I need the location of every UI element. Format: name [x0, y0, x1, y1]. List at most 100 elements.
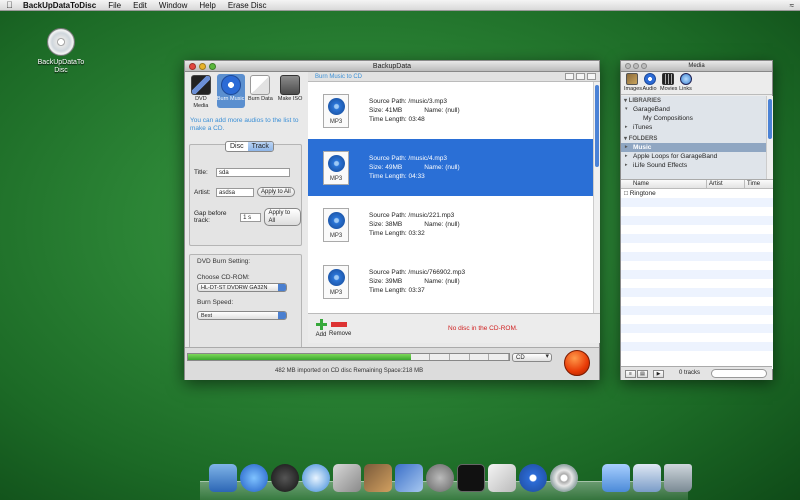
burn-button[interactable] — [564, 350, 590, 376]
library-item-itunes[interactable]: ▸ iTunes — [621, 123, 766, 132]
menu-file[interactable]: File — [108, 1, 121, 10]
media-track-table: Name Artist Time □ Ringtone — [621, 179, 773, 369]
menu-window[interactable]: Window — [159, 1, 187, 10]
dashboard-icon[interactable] — [271, 464, 299, 492]
toolbar-burn-data[interactable]: Burn Data — [247, 74, 275, 108]
list-view-button[interactable]: ≡ — [625, 370, 636, 378]
track-list: MP3 Source Path: /music/3.mp3 Size: 41MB… — [308, 82, 593, 313]
toolbar-make-iso[interactable]: Make ISO — [276, 74, 304, 108]
minimize-icon[interactable] — [633, 63, 639, 69]
library-item-garageband[interactable]: ▾ GarageBand — [621, 105, 766, 114]
folder-item-ilife-sound-effects[interactable]: ▸ iLife Sound Effects — [621, 161, 766, 170]
play-button[interactable]: ▶ — [653, 370, 664, 378]
footer-bar: CD 482 MB imported on CD disc Remaining … — [185, 347, 599, 380]
title-field[interactable]: sda — [216, 168, 290, 177]
toolbar: DVD Media Burn Music Burn Data Make ISO — [185, 72, 306, 109]
media-tab-links[interactable]: Links — [678, 73, 693, 94]
list-header: Burn Music to CD — [308, 72, 600, 82]
window-titlebar[interactable]: BackupData — [185, 61, 599, 72]
burn-data-icon — [250, 75, 271, 95]
app-store-icon[interactable] — [240, 464, 268, 492]
segment-track[interactable]: Track — [247, 142, 273, 151]
toolbar-dvd-media[interactable]: DVD Media — [187, 74, 215, 109]
trash-icon[interactable] — [664, 464, 692, 492]
safari-icon[interactable] — [302, 464, 330, 492]
desktop-disc-icon[interactable]: BackUpDataTo Disc — [36, 28, 86, 75]
menu-app-name[interactable]: BackUpDataToDisc — [23, 1, 96, 10]
desktop-icon-label: BackUpDataTo Disc — [37, 59, 85, 74]
audio-icon — [643, 73, 656, 85]
icon-view-icon[interactable] — [565, 73, 574, 80]
browse-button[interactable]: ▤ — [637, 370, 648, 378]
documents-stack-icon[interactable] — [633, 464, 661, 492]
applications-folder-icon[interactable] — [602, 464, 630, 492]
media-window-title: Media — [688, 63, 705, 69]
menu-erase-disc[interactable]: Erase Disc — [228, 1, 267, 10]
system-preferences-icon[interactable] — [426, 464, 454, 492]
wifi-icon[interactable]: ≈ — [790, 1, 794, 10]
column-time[interactable]: Time — [745, 180, 773, 188]
artist-label: Artist: — [194, 188, 211, 196]
toolbar-burn-music[interactable]: Burn Music — [216, 74, 245, 108]
add-button[interactable]: Add — [314, 319, 328, 338]
burn-setting-heading: DVD Burn Setting: — [197, 258, 251, 265]
folder-item-apple-loops[interactable]: ▸ Apple Loops for GarageBand — [621, 152, 766, 161]
table-row[interactable]: □ Ringtone — [621, 189, 773, 198]
media-titlebar[interactable]: Media — [621, 61, 772, 72]
track-list-scrollbar[interactable] — [593, 82, 600, 313]
track-settings-box: Disc Track Title: sda Artist: asdsa Appl… — [189, 141, 302, 246]
list-view-icon[interactable] — [576, 73, 585, 80]
zoom-icon[interactable] — [641, 63, 647, 69]
minimize-icon[interactable] — [199, 63, 206, 70]
track-row[interactable]: MP3 Source Path: /music/3.mp3 Size: 41MB… — [308, 82, 593, 139]
backupdata-disc-icon[interactable] — [550, 464, 578, 492]
preview-icon[interactable] — [333, 464, 361, 492]
media-tab-audio[interactable]: Audio — [642, 73, 657, 94]
mp3-file-icon: MP3 — [323, 93, 349, 128]
segment-disc[interactable]: Disc — [226, 142, 248, 151]
apply-artist-all-button[interactable]: Apply to All — [257, 187, 295, 197]
mp3-file-icon: MP3 — [323, 264, 349, 299]
menu-help[interactable]: Help — [199, 1, 215, 10]
track-row[interactable]: MP3 Source Path: /music/766902.mp3 Size:… — [308, 253, 593, 310]
textedit-icon[interactable] — [488, 464, 516, 492]
progress-fill — [188, 354, 411, 360]
track-row-selected[interactable]: MP3 Source Path: /music/4.mp3 Size: 49MB… — [308, 139, 593, 196]
media-tab-movies[interactable]: Movies — [660, 73, 677, 94]
folder-item-music[interactable]: ▸ Music — [621, 143, 766, 152]
title-label: Title: — [194, 169, 208, 176]
apple-menu-icon[interactable]:  — [6, 0, 14, 10]
close-icon[interactable] — [625, 63, 631, 69]
track-row[interactable]: MP3 Source Path: /music/221.mp3 Size: 38… — [308, 196, 593, 253]
finder-icon[interactable] — [209, 464, 237, 492]
cdrom-select[interactable]: HL-DT-ST DVDRW GA32N — [197, 283, 287, 292]
menu-edit[interactable]: Edit — [133, 1, 147, 10]
media-tab-images[interactable]: Images — [624, 73, 642, 94]
column-name[interactable]: Name — [621, 180, 707, 188]
no-disc-message: No disc in the CD-ROM. — [448, 325, 518, 332]
library-item-my-compositions[interactable]: My Compositions — [621, 114, 766, 123]
apply-gap-all-button[interactable]: Apply to All — [264, 208, 302, 226]
terminal-icon[interactable] — [457, 464, 485, 492]
column-artist[interactable]: Artist — [707, 180, 745, 188]
iphoto-icon[interactable] — [364, 464, 392, 492]
itunes-icon[interactable] — [519, 464, 547, 492]
movies-icon — [661, 73, 674, 85]
disc-track-segmented-control: Disc Track — [225, 141, 274, 152]
zoom-icon[interactable] — [209, 63, 216, 70]
gap-stepper[interactable]: 1 s — [240, 212, 262, 222]
dvd-media-icon — [190, 75, 211, 95]
backupdata-window: BackupData DVD Media Burn Music Burn Dat… — [184, 60, 600, 380]
capacity-progress-bar — [187, 353, 510, 361]
media-search-input[interactable] — [711, 369, 767, 378]
media-type-select[interactable]: CD — [512, 353, 552, 362]
artist-field[interactable]: asdsa — [216, 187, 254, 197]
xcode-icon[interactable] — [395, 464, 423, 492]
images-icon — [625, 73, 638, 85]
make-iso-icon — [280, 75, 301, 95]
remove-button[interactable]: Remove — [329, 319, 351, 337]
close-icon[interactable] — [189, 63, 196, 70]
burn-speed-select[interactable]: Best — [197, 311, 287, 320]
column-view-icon[interactable] — [587, 73, 596, 80]
status-text: 482 MB imported on CD disc Remaining Spa… — [275, 368, 424, 374]
